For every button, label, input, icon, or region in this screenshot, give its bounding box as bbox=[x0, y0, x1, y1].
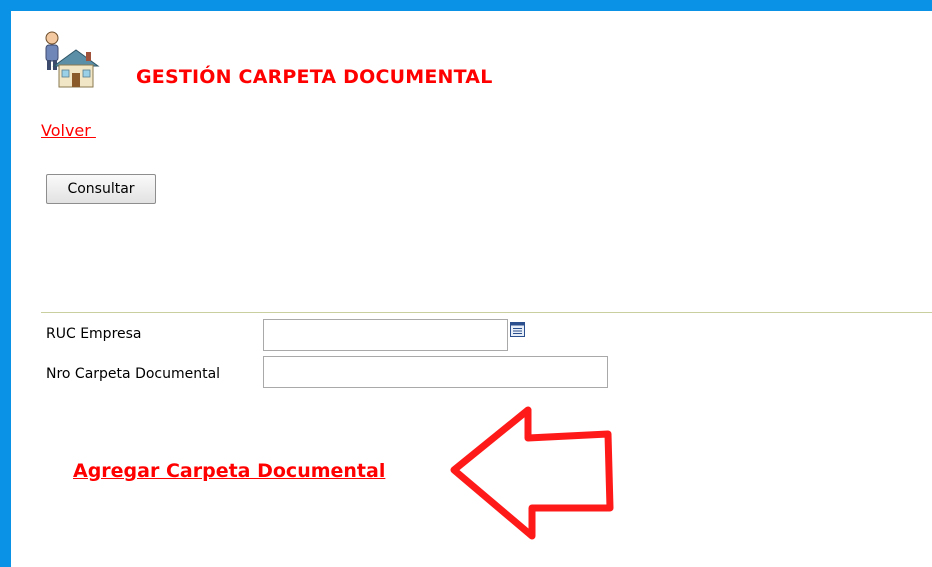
nro-carpeta-input[interactable] bbox=[263, 356, 608, 388]
section-divider bbox=[41, 312, 932, 313]
window-frame-top bbox=[0, 0, 932, 11]
back-link[interactable]: Volver bbox=[41, 121, 96, 140]
consult-button[interactable]: Consultar bbox=[46, 174, 156, 204]
page-title: GESTIÓN CARPETA DOCUMENTAL bbox=[136, 66, 493, 88]
user-house-icon bbox=[45, 31, 100, 88]
arrow-left-icon bbox=[450, 406, 614, 540]
add-carpeta-link[interactable]: Agregar Carpeta Documental bbox=[73, 460, 385, 482]
ruc-empresa-input[interactable] bbox=[263, 319, 508, 351]
list-lookup-icon[interactable] bbox=[510, 322, 525, 337]
window-frame-left bbox=[0, 0, 11, 567]
ruc-empresa-label: RUC Empresa bbox=[46, 326, 142, 342]
nro-carpeta-label: Nro Carpeta Documental bbox=[46, 366, 221, 382]
